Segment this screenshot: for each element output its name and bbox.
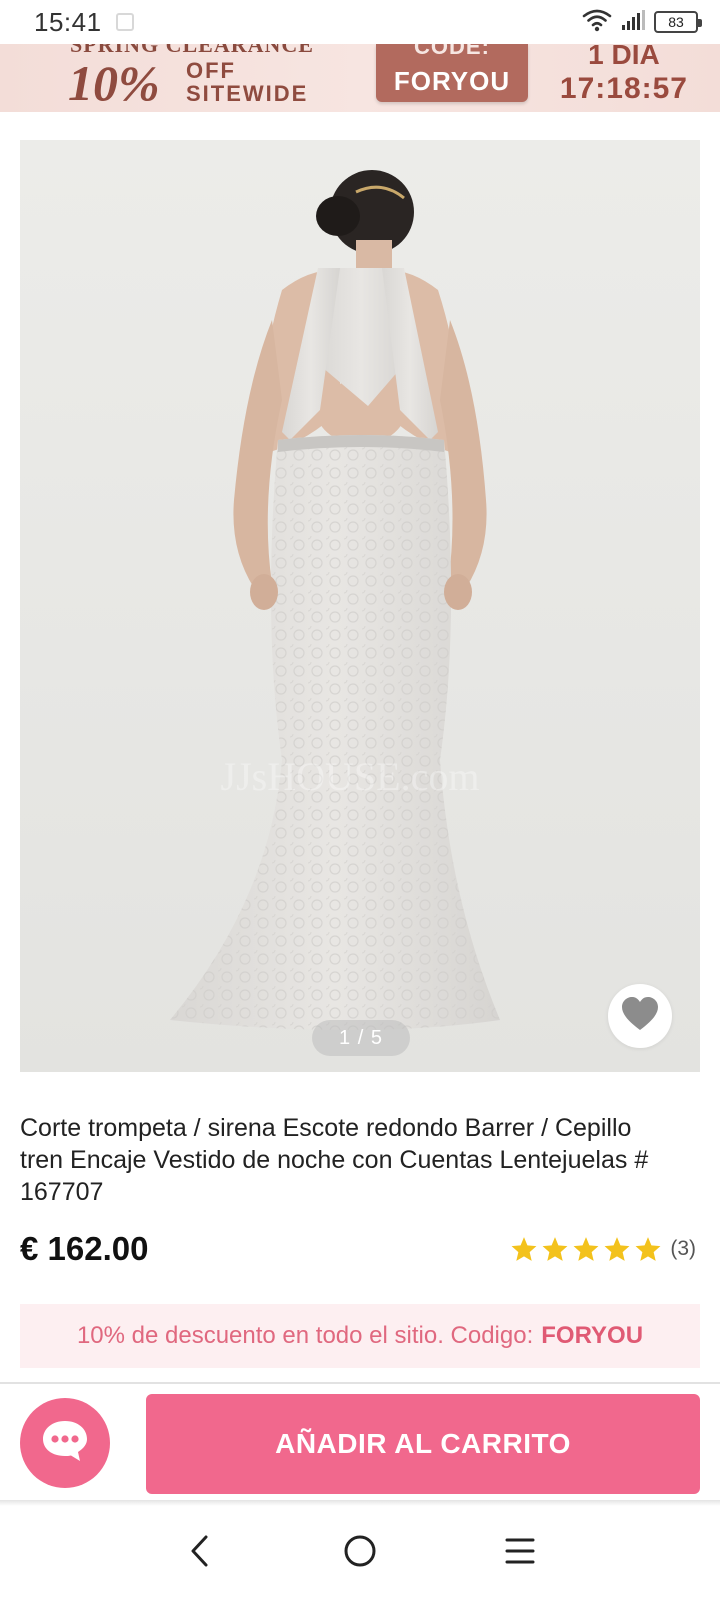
discount-notice-text: 10% de descuento en todo el sitio. Codig… — [76, 1322, 534, 1349]
status-bar: 15:41 83 — [0, 0, 720, 44]
star-icon — [511, 1237, 537, 1261]
rating-count: (3) — [670, 1237, 696, 1260]
product-title: Corte trompeta / sirena Escote redondo B… — [20, 1114, 649, 1206]
discount-code: FORYOU — [541, 1322, 644, 1349]
rating-stars — [510, 1236, 662, 1262]
promo-countdown: 17:18:57 — [559, 72, 688, 105]
product-price: € 162.00 — [20, 1230, 149, 1267]
status-icons: 83 — [582, 8, 702, 37]
rating[interactable]: (3) — [510, 1236, 696, 1262]
menu-button[interactable] — [490, 1523, 550, 1583]
heart-icon — [620, 996, 660, 1037]
chat-button[interactable] — [20, 1398, 110, 1488]
notification-icon — [115, 13, 134, 31]
divider — [0, 1382, 720, 1384]
navigation-bar — [0, 1506, 720, 1600]
promo-countdown-timer: 1 DIA 17:18:57 — [560, 44, 688, 106]
product-image[interactable]: JJsHOUSE.com — [20, 140, 700, 1072]
promo-off: OFF — [186, 58, 236, 83]
discount-notice: 10% de descuento en todo el sitio. Codig… — [20, 1304, 700, 1368]
menu-icon — [504, 1536, 536, 1571]
promo-code-value: FORYOU — [393, 66, 511, 96]
promo-code-label: CODE: — [414, 44, 490, 59]
status-time: 15:41 — [34, 6, 102, 37]
image-counter: 1 / 5 — [312, 1020, 410, 1056]
star-icon — [542, 1237, 568, 1261]
star-icon — [573, 1237, 599, 1261]
back-button[interactable] — [170, 1523, 230, 1583]
signal-icon — [620, 9, 646, 36]
add-to-cart-button[interactable]: AÑADIR AL CARRITO — [146, 1394, 700, 1494]
home-icon — [342, 1533, 378, 1574]
battery-icon: 83 — [654, 11, 702, 33]
promo-code-box[interactable]: CODE: FORYOU — [376, 44, 528, 102]
home-button[interactable] — [330, 1523, 390, 1583]
promo-sitewide: SITEWIDE — [186, 81, 309, 106]
promo-banner[interactable]: SPRING CLEARANCE 10% OFF SITEWIDE CODE: … — [0, 44, 720, 112]
star-icon — [635, 1237, 661, 1261]
promo-discount: 10% — [68, 55, 160, 111]
favorite-button[interactable] — [608, 984, 672, 1048]
back-icon — [188, 1534, 212, 1573]
promo-days: 1 DIA — [588, 44, 660, 70]
chat-bubble-icon — [40, 1418, 90, 1469]
watermark: JJsHOUSE.com — [221, 754, 480, 799]
wifi-icon — [582, 8, 612, 37]
star-icon — [604, 1237, 630, 1261]
